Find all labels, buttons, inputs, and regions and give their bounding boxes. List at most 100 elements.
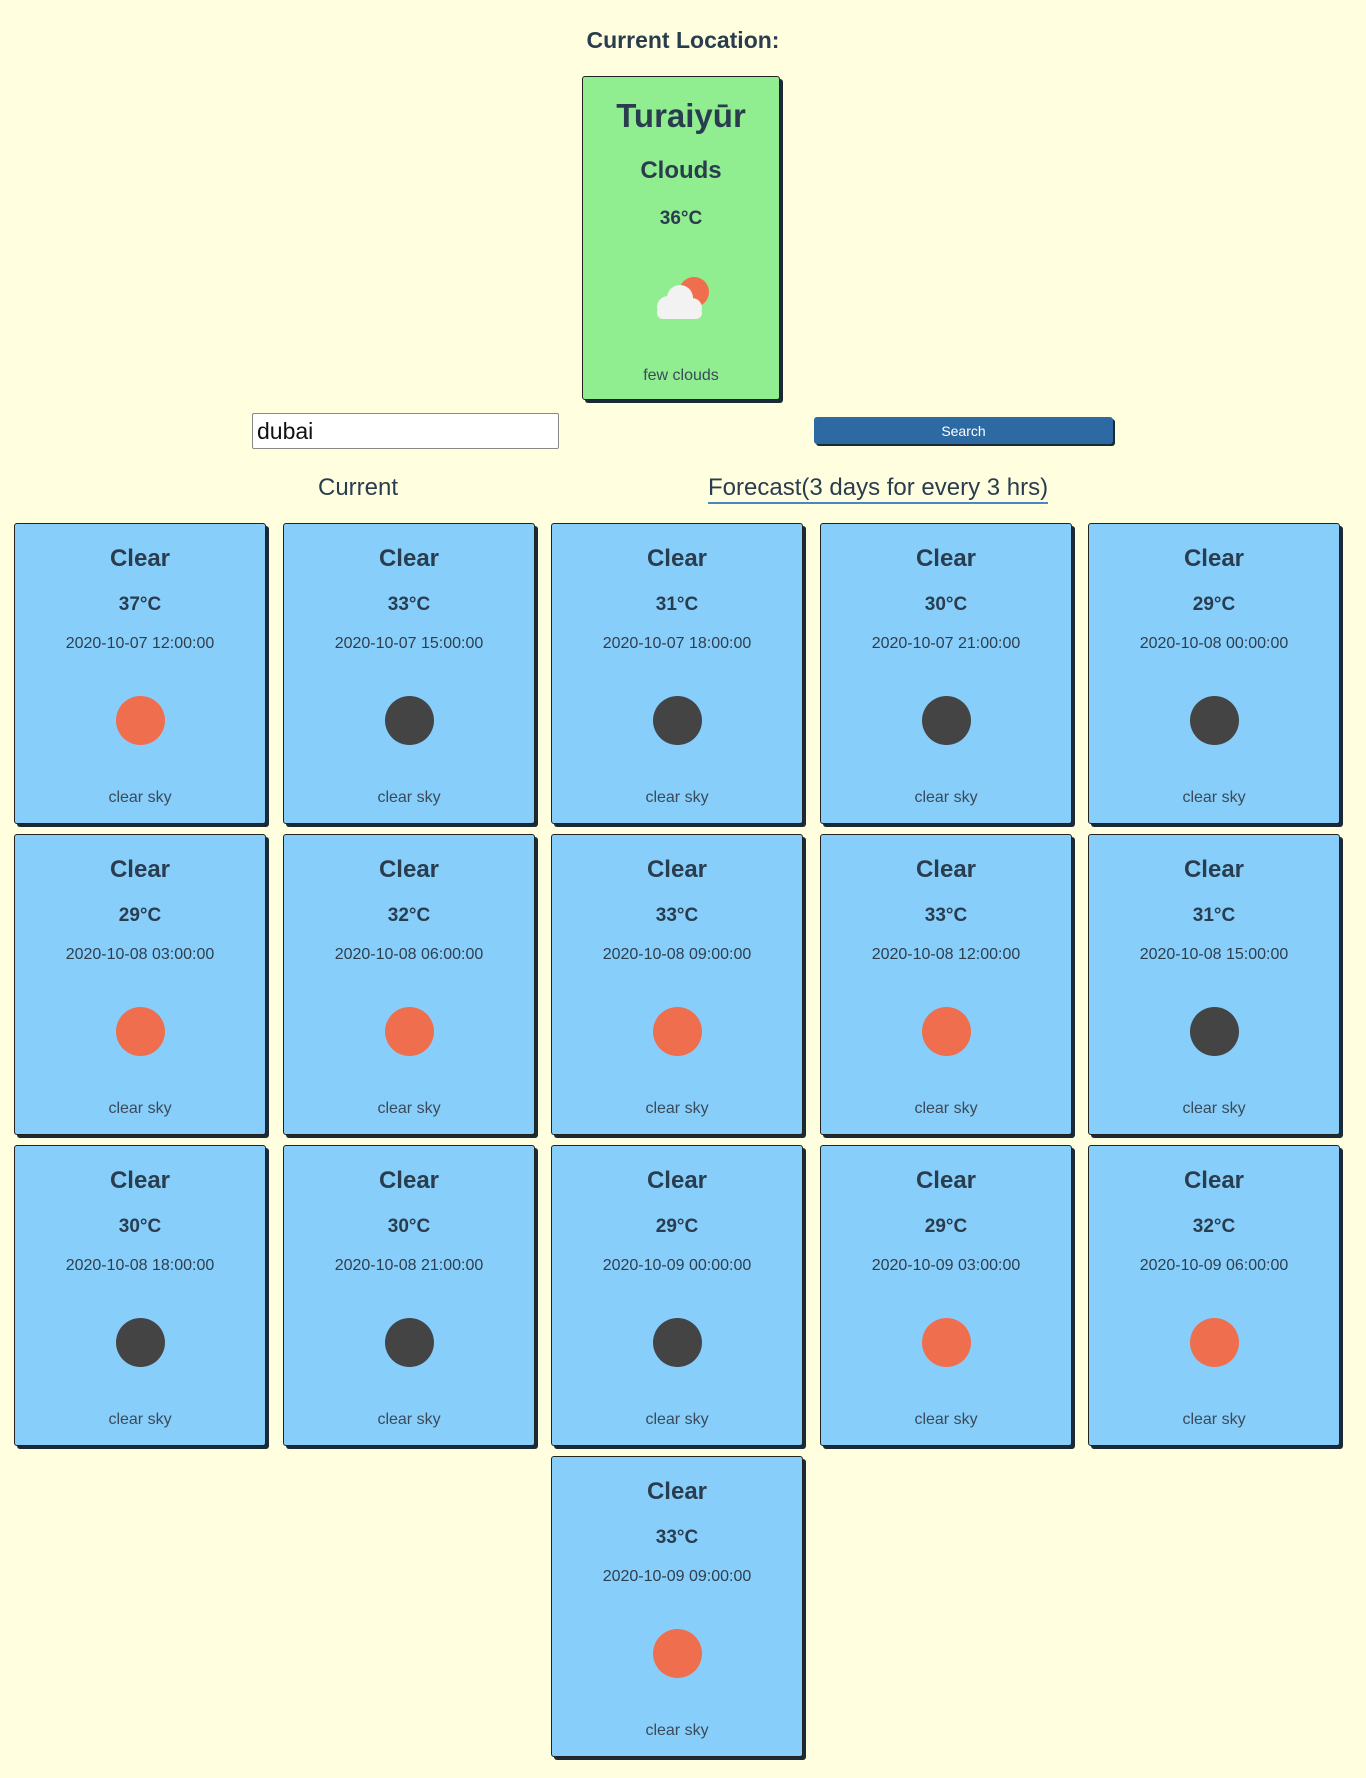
- weather-description: clear sky: [108, 789, 172, 806]
- forecast-datetime: 2020-10-07 12:00:00: [65, 635, 215, 652]
- forecast-card: Clear 33°C 2020-10-08 12:00:00 clear sky: [820, 834, 1072, 1135]
- forecast-datetime: 2020-10-07 15:00:00: [334, 635, 484, 652]
- weather-description: clear sky: [377, 789, 441, 806]
- weather-main: Clear: [1183, 1167, 1245, 1194]
- weather-description: clear sky: [108, 1411, 172, 1428]
- weather-main: Clear: [915, 545, 977, 572]
- weather-main: Clear: [109, 545, 171, 572]
- temperature: 30°C: [118, 1216, 162, 1237]
- weather-main: Clear: [646, 1478, 708, 1505]
- forecast-datetime: 2020-10-08 12:00:00: [871, 946, 1021, 963]
- forecast-card: Clear 30°C 2020-10-08 21:00:00 clear sky: [283, 1145, 535, 1446]
- weather-main: Clear: [915, 856, 977, 883]
- moon-icon: [1190, 1007, 1239, 1056]
- forecast-datetime: 2020-10-07 21:00:00: [871, 635, 1021, 652]
- temperature: 31°C: [1192, 905, 1236, 926]
- forecast-card: Clear 32°C 2020-10-09 06:00:00 clear sky: [1088, 1145, 1340, 1446]
- city-search-input[interactable]: [252, 413, 559, 449]
- forecast-datetime: 2020-10-08 18:00:00: [65, 1257, 215, 1274]
- temperature: 36°C: [659, 208, 703, 229]
- forecast-card: Clear 29°C 2020-10-09 03:00:00 clear sky: [820, 1145, 1072, 1446]
- sun-icon: [922, 1007, 971, 1056]
- temperature: 29°C: [118, 905, 162, 926]
- moon-icon: [116, 1318, 165, 1367]
- weather-description: clear sky: [914, 789, 978, 806]
- forecast-datetime: 2020-10-09 09:00:00: [602, 1568, 752, 1585]
- weather-description: clear sky: [108, 1100, 172, 1117]
- weather-description: clear sky: [377, 1411, 441, 1428]
- sun-icon: [116, 1007, 165, 1056]
- weather-description: clear sky: [914, 1411, 978, 1428]
- sun-icon: [116, 696, 165, 745]
- temperature: 30°C: [924, 594, 968, 615]
- weather-description: clear sky: [645, 1100, 709, 1117]
- forecast-card: Clear 30°C 2020-10-08 18:00:00 clear sky: [14, 1145, 266, 1446]
- forecast-datetime: 2020-10-08 15:00:00: [1139, 946, 1289, 963]
- weather-main: Clear: [646, 856, 708, 883]
- temperature: 32°C: [387, 905, 431, 926]
- forecast-card: Clear 31°C 2020-10-07 18:00:00 clear sky: [551, 523, 803, 824]
- city-name: Turaiyūr: [616, 97, 746, 134]
- forecast-card: Clear 33°C 2020-10-09 09:00:00 clear sky: [551, 1456, 803, 1757]
- weather-description: clear sky: [1182, 789, 1246, 806]
- weather-description: clear sky: [1182, 1100, 1246, 1117]
- moon-icon: [653, 1318, 702, 1367]
- search-button[interactable]: Search: [814, 417, 1113, 444]
- tab-current[interactable]: Current: [318, 474, 398, 502]
- temperature: 30°C: [387, 1216, 431, 1237]
- weather-main: Clear: [646, 1167, 708, 1194]
- weather-main: Clear: [1183, 545, 1245, 572]
- temperature: 29°C: [655, 1216, 699, 1237]
- sun-icon: [653, 1007, 702, 1056]
- forecast-card: Clear 29°C 2020-10-09 00:00:00 clear sky: [551, 1145, 803, 1446]
- forecast-card: Clear 31°C 2020-10-08 15:00:00 clear sky: [1088, 834, 1340, 1135]
- weather-main: Clear: [646, 545, 708, 572]
- weather-main: Clear: [378, 545, 440, 572]
- forecast-datetime: 2020-10-09 03:00:00: [871, 1257, 1021, 1274]
- forecast-datetime: 2020-10-09 06:00:00: [1139, 1257, 1289, 1274]
- forecast-card: Clear 29°C 2020-10-08 00:00:00 clear sky: [1088, 523, 1340, 824]
- weather-main: Clouds: [640, 157, 722, 184]
- weather-description: clear sky: [645, 1722, 709, 1739]
- forecast-datetime: 2020-10-07 18:00:00: [602, 635, 752, 652]
- temperature: 33°C: [924, 905, 968, 926]
- temperature: 33°C: [655, 905, 699, 926]
- temperature: 33°C: [655, 1527, 699, 1548]
- weather-main: Clear: [1183, 856, 1245, 883]
- moon-icon: [1190, 696, 1239, 745]
- forecast-datetime: 2020-10-08 21:00:00: [334, 1257, 484, 1274]
- forecast-datetime: 2020-10-08 00:00:00: [1139, 635, 1289, 652]
- weather-description: clear sky: [645, 1411, 709, 1428]
- moon-icon: [922, 696, 971, 745]
- sun-icon: [1190, 1318, 1239, 1367]
- forecast-card: Clear 37°C 2020-10-07 12:00:00 clear sky: [14, 523, 266, 824]
- temperature: 29°C: [924, 1216, 968, 1237]
- forecast-datetime: 2020-10-08 09:00:00: [602, 946, 752, 963]
- weather-main: Clear: [109, 1167, 171, 1194]
- weather-description: clear sky: [914, 1100, 978, 1117]
- forecast-card: Clear 29°C 2020-10-08 03:00:00 clear sky: [14, 834, 266, 1135]
- temperature: 32°C: [1192, 1216, 1236, 1237]
- forecast-card: Clear 30°C 2020-10-07 21:00:00 clear sky: [820, 523, 1072, 824]
- tab-forecast[interactable]: Forecast(3 days for every 3 hrs): [708, 474, 1049, 504]
- temperature: 31°C: [655, 594, 699, 615]
- sun-icon: [922, 1318, 971, 1367]
- sun-icon: [385, 1007, 434, 1056]
- few-clouds-icon: [648, 272, 718, 322]
- weather-description: clear sky: [645, 789, 709, 806]
- weather-main: Clear: [915, 1167, 977, 1194]
- current-weather-card: Turaiyūr Clouds 36°C few clouds: [582, 76, 780, 400]
- temperature: 33°C: [387, 594, 431, 615]
- forecast-card: Clear 33°C 2020-10-07 15:00:00 clear sky: [283, 523, 535, 824]
- forecast-card: Clear 33°C 2020-10-08 09:00:00 clear sky: [551, 834, 803, 1135]
- weather-main: Clear: [378, 856, 440, 883]
- weather-main: Clear: [109, 856, 171, 883]
- temperature: 29°C: [1192, 594, 1236, 615]
- forecast-datetime: 2020-10-08 06:00:00: [334, 946, 484, 963]
- forecast-datetime: 2020-10-09 00:00:00: [602, 1257, 752, 1274]
- moon-icon: [653, 696, 702, 745]
- weather-description: few clouds: [643, 367, 719, 384]
- weather-description: clear sky: [377, 1100, 441, 1117]
- moon-icon: [385, 1318, 434, 1367]
- page-title: Current Location:: [586, 27, 780, 53]
